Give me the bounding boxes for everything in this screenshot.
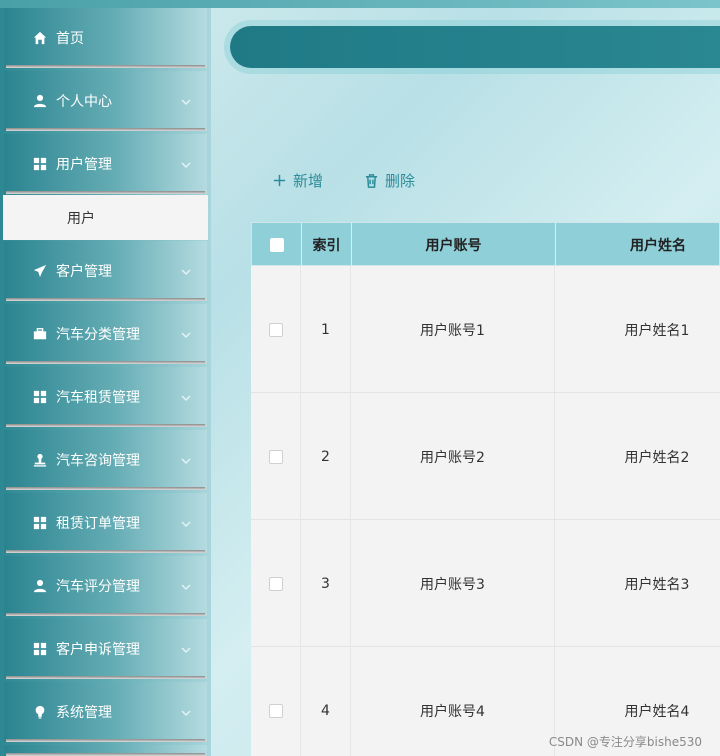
send-icon	[32, 263, 48, 279]
bulb-icon	[32, 704, 48, 720]
cell-index: 4	[301, 647, 351, 756]
sidebar-subitem-label: 用户	[67, 210, 95, 227]
sidebar-item-car-category[interactable]: 汽车分类管理	[4, 304, 207, 364]
cell-name: 用户姓名1	[624, 322, 690, 339]
grid-icon	[32, 389, 48, 405]
header-name: 用户姓名	[630, 238, 686, 254]
header-account: 用户账号	[352, 223, 556, 267]
row-checkbox[interactable]	[268, 449, 283, 464]
add-button-label: 新增	[293, 171, 324, 190]
delete-button[interactable]: 删除	[364, 168, 415, 192]
chevron-down-icon	[181, 643, 193, 655]
chevron-down-icon	[181, 328, 193, 340]
sidebar-item-personal-center[interactable]: 个人中心	[4, 71, 207, 131]
sidebar-item-label: 首页	[56, 31, 84, 47]
sidebar-item-label: 汽车评分管理	[56, 579, 140, 595]
sidebar-item-label: 汽车租赁管理	[56, 390, 140, 406]
sidebar-item-system-management[interactable]: 系统管理	[4, 682, 207, 742]
sidebar-item-partial	[4, 745, 207, 756]
row-checkbox-cell[interactable]	[251, 647, 301, 756]
plus-icon	[273, 174, 286, 186]
table-row[interactable]: 2 用户账号2 用户姓名2	[251, 393, 720, 520]
sidebar-item-user-management[interactable]: 用户管理	[4, 134, 207, 194]
sidebar-item-label: 汽车咨询管理	[56, 453, 140, 469]
cell-account: 用户账号2	[351, 393, 555, 520]
sidebar-item-customer-complaint[interactable]: 客户申诉管理	[4, 619, 207, 679]
chevron-down-icon	[181, 95, 193, 107]
row-checkbox-cell[interactable]	[251, 393, 301, 520]
user-icon	[32, 578, 48, 594]
cell-index: 2	[301, 393, 351, 520]
row-checkbox-cell[interactable]	[251, 266, 301, 393]
table-header: 索引 用户账号 用户姓名	[251, 222, 720, 267]
delete-button-label: 删除	[385, 171, 416, 190]
sidebar-subitem-user[interactable]: 用户	[3, 195, 208, 240]
table-row[interactable]: 1 用户账号1 用户姓名1	[251, 266, 720, 393]
sidebar-item-car-rating[interactable]: 汽车评分管理	[4, 556, 207, 616]
chevron-down-icon	[181, 706, 193, 718]
stamp-icon	[32, 452, 48, 468]
grid-icon	[32, 515, 48, 531]
cell-account: 用户账号4	[351, 647, 555, 756]
sidebar-item-label: 租赁订单管理	[56, 516, 140, 532]
top-strip	[0, 0, 720, 8]
add-button[interactable]: 新增	[272, 168, 323, 192]
sidebar-item-customer-management[interactable]: 客户管理	[4, 241, 207, 301]
sidebar-item-label: 客户管理	[56, 264, 112, 280]
cell-account: 用户账号1	[351, 266, 555, 393]
trash-icon	[365, 173, 378, 188]
cell-name: 用户姓名2	[624, 449, 690, 466]
sidebar-item-label: 汽车分类管理	[56, 327, 140, 343]
chevron-down-icon	[181, 265, 193, 277]
briefcase-icon	[32, 326, 48, 342]
cell-name: 用户姓名3	[624, 576, 690, 593]
sidebar-item-label: 系统管理	[56, 705, 112, 721]
watermark: CSDN @专注分享bishe530	[548, 735, 702, 749]
cell-account: 用户账号3	[351, 520, 555, 647]
chevron-down-icon	[181, 158, 193, 170]
header-select-all[interactable]	[252, 223, 302, 267]
select-all-checkbox[interactable]	[269, 238, 284, 252]
row-checkbox[interactable]	[268, 576, 283, 591]
table-row[interactable]: 3 用户账号3 用户姓名3	[251, 520, 720, 647]
sidebar-item-home[interactable]: 首页	[4, 8, 207, 68]
row-checkbox-cell[interactable]	[251, 520, 301, 647]
user-table: 索引 用户账号 用户姓名 1 用户账号1 用户姓名1 2 用户账号2 用户姓名2…	[251, 222, 720, 756]
chevron-down-icon	[181, 391, 193, 403]
home-icon	[32, 30, 48, 46]
header-index: 索引	[302, 223, 352, 267]
sidebar-item-label: 用户管理	[56, 157, 112, 173]
user-icon	[32, 93, 48, 109]
sidebar-item-car-consult[interactable]: 汽车咨询管理	[4, 430, 207, 490]
sidebar-item-label: 个人中心	[56, 94, 112, 110]
chevron-down-icon	[181, 580, 193, 592]
chevron-down-icon	[181, 517, 193, 529]
header-bar	[230, 26, 720, 68]
sidebar-item-label: 客户申诉管理	[56, 642, 140, 658]
sidebar-item-rental-orders[interactable]: 租赁订单管理	[4, 493, 207, 553]
cell-index: 3	[301, 520, 351, 647]
cell-index: 1	[301, 266, 351, 393]
row-checkbox[interactable]	[268, 703, 283, 718]
grid-icon	[32, 641, 48, 657]
chevron-down-icon	[181, 454, 193, 466]
row-checkbox[interactable]	[268, 322, 283, 337]
sidebar-item-car-rental[interactable]: 汽车租赁管理	[4, 367, 207, 427]
grid-icon	[32, 156, 48, 172]
